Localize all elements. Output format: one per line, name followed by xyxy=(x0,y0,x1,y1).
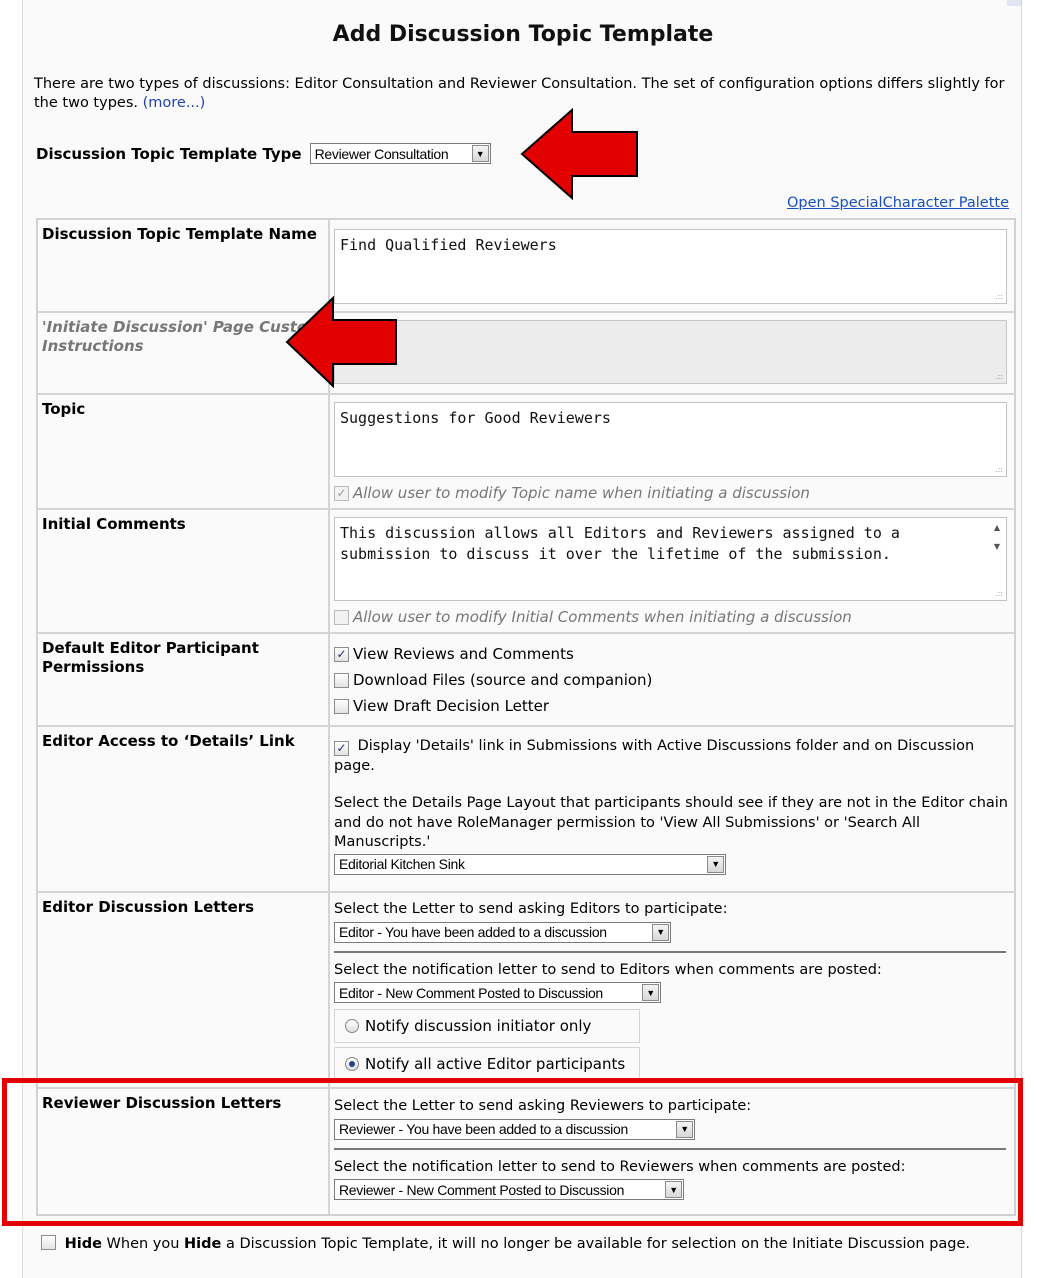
initial-comments-cell: This discussion allows all Editors and R… xyxy=(329,509,1015,633)
special-character-palette-link[interactable]: Open SpecialCharacter Palette xyxy=(787,195,1009,211)
divider xyxy=(334,950,1006,953)
template-type-label: Discussion Topic Template Type xyxy=(36,144,302,163)
editor-ask-instructions: Select the Letter to send asking Editors… xyxy=(334,901,728,917)
details-layout-value: Editorial Kitchen Sink xyxy=(339,856,465,872)
details-link-cell: ✓ Display 'Details' link in Submissions … xyxy=(329,726,1015,892)
custom-instructions-wrap: .:: xyxy=(334,320,1007,384)
hide-text-prefix: When you xyxy=(106,1236,180,1252)
row-editor-letters: Editor Discussion Letters Select the Let… xyxy=(37,892,1015,1088)
radio-notify-all[interactable] xyxy=(345,1057,359,1071)
perm-download-files-label: Download Files (source and companion) xyxy=(353,671,653,689)
resize-grip-icon: .:: xyxy=(995,372,1003,381)
corner-accent xyxy=(1007,0,1021,6)
template-name-wrap: Find Qualified Reviewers .:: xyxy=(334,229,1007,304)
more-link[interactable]: (more...) xyxy=(143,95,206,111)
radio-notify-all-row[interactable]: Notify all active Editor participants xyxy=(334,1047,640,1081)
highlight-box xyxy=(2,1078,1023,1226)
perm-view-reviews-checkbox[interactable]: ✓ xyxy=(334,646,349,662)
perm-view-reviews-label: View Reviews and Comments xyxy=(353,645,574,663)
template-name-cell: Find Qualified Reviewers .:: xyxy=(329,219,1015,312)
hide-text-bold: Hide xyxy=(184,1236,222,1252)
initial-comments-input[interactable]: This discussion allows all Editors and R… xyxy=(334,517,1007,601)
display-details-row: ✓ Display 'Details' link in Submissions … xyxy=(334,737,1010,776)
row-custom-instructions: 'Initiate Discussion' Page Custom Instru… xyxy=(37,312,1015,394)
row-template-name: Discussion Topic Template Name Find Qual… xyxy=(37,219,1015,312)
editor-permissions-cell: ✓ View Reviews and Comments Download Fil… xyxy=(329,633,1015,726)
initial-comments-label: Initial Comments xyxy=(37,509,329,633)
resize-grip-icon[interactable]: .:: xyxy=(995,590,1003,598)
perm-draft-letter-checkbox[interactable] xyxy=(334,698,349,714)
perm-view-reviews-row[interactable]: ✓ View Reviews and Comments xyxy=(334,641,1010,667)
allow-modify-topic-row: ✓ Allow user to modify Topic name when i… xyxy=(334,481,1010,505)
allow-modify-topic-checkbox: ✓ xyxy=(334,485,349,501)
template-type-row: Discussion Topic Template Type Reviewer … xyxy=(36,143,491,164)
resize-grip-icon[interactable]: .:: xyxy=(995,466,1003,474)
topic-input[interactable]: Suggestions for Good Reviewers xyxy=(334,402,1007,477)
editor-permissions-label: Default Editor Participant Permissions xyxy=(37,633,329,726)
details-link-label: Editor Access to ‘Details’ Link xyxy=(37,726,329,892)
layout-instructions: Select the Details Page Layout that part… xyxy=(334,795,1009,850)
page-title: Add Discussion Topic Template xyxy=(332,22,714,47)
notify-radio-group: Notify discussion initiator only Notify … xyxy=(334,1009,1010,1081)
allow-modify-comments-checkbox xyxy=(334,609,349,625)
row-details-link: Editor Access to ‘Details’ Link ✓ Displa… xyxy=(37,726,1015,892)
custom-instructions-input xyxy=(334,320,1007,384)
custom-instructions-cell: .:: xyxy=(329,312,1015,394)
chevron-down-icon[interactable]: ▼ xyxy=(471,145,489,162)
template-type-value: Reviewer Consultation xyxy=(314,145,449,162)
resize-grip-icon[interactable]: .:: xyxy=(995,293,1003,301)
red-arrow-left-icon xyxy=(520,108,638,200)
editor-notify-letter-value: Editor - New Comment Posted to Discussio… xyxy=(339,984,603,1001)
hide-checkbox-label: Hide xyxy=(64,1236,102,1252)
perm-draft-letter-row[interactable]: View Draft Decision Letter xyxy=(334,693,1010,719)
topic-wrap: Suggestions for Good Reviewers .:: xyxy=(334,402,1007,477)
editor-letters-label: Editor Discussion Letters xyxy=(37,892,329,1088)
editor-ask-letter-value: Editor - You have been added to a discus… xyxy=(339,924,607,940)
perm-download-files-checkbox[interactable] xyxy=(334,672,349,688)
editor-notify-instructions: Select the notification letter to send t… xyxy=(334,961,882,978)
chevron-down-icon[interactable]: ▼ xyxy=(652,923,669,941)
radio-notify-initiator[interactable] xyxy=(345,1019,359,1033)
display-details-checkbox[interactable]: ✓ xyxy=(334,740,349,756)
scroll-up-icon[interactable]: ▲ xyxy=(994,523,1000,532)
row-editor-permissions: Default Editor Participant Permissions ✓… xyxy=(37,633,1015,726)
perm-download-files-row[interactable]: Download Files (source and companion) xyxy=(334,667,1010,693)
row-topic: Topic Suggestions for Good Reviewers .::… xyxy=(37,394,1015,509)
editor-notify-letter-select[interactable]: Editor - New Comment Posted to Discussio… xyxy=(334,982,661,1003)
perm-draft-letter-label: View Draft Decision Letter xyxy=(353,697,550,715)
editor-ask-letter-select[interactable]: Editor - You have been added to a discus… xyxy=(334,921,671,943)
textarea-scrollbar[interactable]: ▲ ▼ xyxy=(990,523,1004,551)
display-details-label: Display 'Details' link in Submissions wi… xyxy=(334,738,975,774)
template-name-input[interactable]: Find Qualified Reviewers xyxy=(334,229,1007,304)
hide-checkbox[interactable] xyxy=(41,1235,56,1250)
row-initial-comments: Initial Comments This discussion allows … xyxy=(37,509,1015,633)
topic-label: Topic xyxy=(37,394,329,509)
editor-letters-cell: Select the Letter to send asking Editors… xyxy=(329,892,1015,1088)
hide-text-suffix: a Discussion Topic Template, it will no … xyxy=(225,1236,971,1252)
topic-cell: Suggestions for Good Reviewers .:: ✓ All… xyxy=(329,394,1015,509)
allow-modify-topic-label: Allow user to modify Topic name when ini… xyxy=(353,484,810,502)
radio-notify-all-label: Notify all active Editor participants xyxy=(365,1055,626,1073)
template-form-table: Discussion Topic Template Name Find Qual… xyxy=(36,218,1016,1216)
hide-template-row: Hide When you Hide a Discussion Topic Te… xyxy=(41,1235,1001,1255)
allow-modify-comments-row: Allow user to modify Initial Comments wh… xyxy=(334,605,1010,629)
template-type-select[interactable]: Reviewer Consultation ▼ xyxy=(309,143,491,164)
chevron-down-icon[interactable]: ▼ xyxy=(707,855,724,873)
red-arrow-left-icon xyxy=(285,296,397,388)
allow-modify-comments-label: Allow user to modify Initial Comments wh… xyxy=(353,608,852,626)
details-layout-select[interactable]: Editorial Kitchen Sink ▼ xyxy=(334,853,726,875)
radio-notify-initiator-label: Notify discussion initiator only xyxy=(365,1017,592,1035)
initial-comments-wrap: This discussion allows all Editors and R… xyxy=(334,517,1007,601)
chevron-down-icon[interactable]: ▼ xyxy=(642,984,659,1001)
radio-notify-initiator-row[interactable]: Notify discussion initiator only xyxy=(334,1009,640,1043)
scroll-down-icon[interactable]: ▼ xyxy=(994,542,1000,551)
